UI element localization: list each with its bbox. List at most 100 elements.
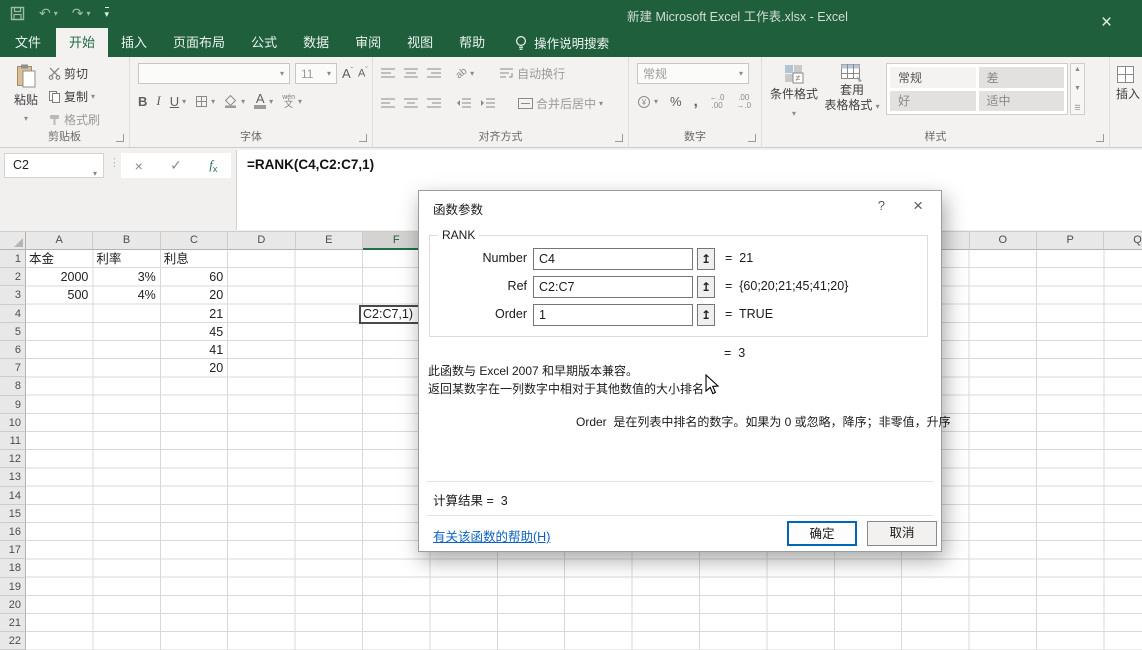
tab-data[interactable]: 数据 — [290, 28, 342, 57]
accounting-format-button[interactable]: ¥ ▾ — [637, 95, 658, 109]
cell-A1[interactable]: 本金 — [26, 250, 92, 268]
tab-home[interactable]: 开始 — [56, 28, 108, 57]
undo-button[interactable]: ↶ ▾ — [39, 4, 58, 22]
gallery-scroll-down-icon[interactable]: ▼ — [1074, 85, 1081, 92]
gallery-scroll-up-icon[interactable]: ▲ — [1074, 66, 1081, 73]
cell-C7[interactable]: 20 — [161, 359, 227, 377]
number-format-combo[interactable]: 常规 ▾ — [637, 63, 749, 84]
cell-B2[interactable]: 3% — [93, 268, 159, 286]
decrease-indent-icon[interactable] — [456, 98, 472, 109]
increase-font-icon[interactable]: Aˆ — [342, 66, 353, 81]
row-header-22[interactable]: 22 — [0, 632, 26, 650]
cell-C4[interactable]: 21 — [161, 305, 227, 323]
format-painter-button[interactable]: 格式刷 — [48, 111, 100, 128]
row-header-21[interactable]: 21 — [0, 614, 26, 632]
tab-page-layout[interactable]: 页面布局 — [160, 28, 238, 57]
function-help-link[interactable]: 有关该函数的帮助(H) — [433, 526, 550, 545]
format-as-table-button[interactable]: 套用 表格格式 ▾ — [824, 63, 880, 114]
cancel-entry-icon[interactable]: × — [135, 158, 143, 174]
orientation-button[interactable]: ab ▾ — [456, 68, 474, 79]
fill-color-button[interactable]: ▾ — [224, 95, 245, 108]
row-header-18[interactable]: 18 — [0, 559, 26, 577]
comma-style-button[interactable]: , — [694, 93, 698, 110]
alignment-dialog-launcher-icon[interactable] — [615, 134, 623, 142]
percent-style-button[interactable]: % — [670, 94, 682, 109]
cancel-button[interactable]: 取消 — [867, 521, 937, 546]
redo-button[interactable]: ↷ ▾ — [72, 4, 91, 22]
row-header-13[interactable]: 13 — [0, 468, 26, 486]
number-field-input[interactable]: C4 — [533, 248, 693, 270]
row-header-16[interactable]: 16 — [0, 523, 26, 541]
save-icon[interactable] — [10, 6, 25, 21]
tab-insert[interactable]: 插入 — [108, 28, 160, 57]
borders-button[interactable]: ▾ — [195, 95, 215, 108]
dialog-close-icon[interactable]: × — [913, 196, 923, 216]
row-header-8[interactable]: 8 — [0, 377, 26, 395]
column-header-E[interactable]: E — [296, 232, 363, 250]
ref-field-input[interactable]: C2:C7 — [533, 276, 693, 298]
decrease-decimal-button[interactable]: .00→.0 — [736, 94, 751, 110]
dialog-help-icon[interactable]: ? — [878, 198, 885, 213]
cell-C1[interactable]: 利息 — [161, 250, 227, 268]
bold-button[interactable]: B — [138, 94, 147, 109]
number-range-picker-icon[interactable]: ↥ — [697, 248, 715, 270]
cell-C5[interactable]: 45 — [161, 323, 227, 341]
paste-button[interactable]: 粘贴 ▾ — [8, 63, 44, 126]
column-header-D[interactable]: D — [228, 232, 295, 250]
column-header-A[interactable]: A — [26, 232, 93, 250]
gallery-more-icon[interactable]: ☰ — [1074, 104, 1080, 112]
copy-button[interactable]: 复制 ▾ — [48, 88, 100, 105]
increase-indent-icon[interactable] — [480, 98, 496, 109]
row-header-4[interactable]: 4 — [0, 305, 26, 323]
align-bottom-icon[interactable] — [427, 68, 442, 79]
underline-button[interactable]: U ▾ — [170, 94, 186, 109]
column-header-P[interactable]: P — [1037, 232, 1104, 250]
style-normal[interactable]: 常规 — [890, 67, 976, 88]
column-header-Q[interactable]: Q — [1104, 232, 1142, 250]
order-range-picker-icon[interactable]: ↥ — [697, 304, 715, 326]
increase-decimal-button[interactable]: ←.0.00 — [710, 94, 725, 110]
font-dialog-launcher-icon[interactable] — [359, 134, 367, 142]
row-header-12[interactable]: 12 — [0, 450, 26, 468]
phonetic-guide-button[interactable]: wén 文 ▾ — [282, 94, 302, 108]
column-header-C[interactable]: C — [161, 232, 228, 250]
row-header-15[interactable]: 15 — [0, 505, 26, 523]
clipboard-dialog-launcher-icon[interactable] — [116, 134, 124, 142]
merge-center-button[interactable]: 合并后居中 ▾ — [518, 95, 603, 112]
style-bad[interactable]: 差 — [979, 67, 1065, 88]
cell-C6[interactable]: 41 — [161, 341, 227, 359]
style-neutral[interactable]: 适中 — [979, 91, 1065, 112]
row-header-17[interactable]: 17 — [0, 541, 26, 559]
align-middle-icon[interactable] — [404, 68, 419, 79]
align-left-icon[interactable] — [381, 98, 396, 109]
font-size-combo[interactable]: 11 ▾ — [295, 63, 337, 84]
italic-button[interactable]: I — [156, 93, 160, 109]
style-good[interactable]: 好 — [890, 91, 976, 112]
tab-review[interactable]: 审阅 — [342, 28, 394, 57]
row-header-9[interactable]: 9 — [0, 396, 26, 414]
cut-button[interactable]: 剪切 — [48, 65, 100, 82]
row-header-1[interactable]: 1 — [0, 250, 26, 268]
cell-C2[interactable]: 60 — [161, 268, 227, 286]
row-header-2[interactable]: 2 — [0, 268, 26, 286]
tab-formulas[interactable]: 公式 — [238, 28, 290, 57]
cell-A3[interactable]: 500 — [26, 286, 92, 304]
cell-B1[interactable]: 利率 — [93, 250, 159, 268]
number-dialog-launcher-icon[interactable] — [748, 134, 756, 142]
tab-file[interactable]: 文件 — [0, 28, 56, 57]
align-right-icon[interactable] — [427, 98, 442, 109]
insert-function-icon[interactable]: fx — [209, 157, 217, 174]
decrease-font-icon[interactable]: Aˇ — [358, 67, 368, 80]
ok-button[interactable]: 确定 — [787, 521, 857, 546]
row-header-3[interactable]: 3 — [0, 286, 26, 304]
ref-range-picker-icon[interactable]: ↥ — [697, 276, 715, 298]
customize-qat-icon[interactable]: ▾ — [105, 7, 110, 20]
tell-me-search[interactable]: 操作说明搜索 — [514, 28, 609, 57]
name-box[interactable]: C2 ▾ — [4, 153, 104, 178]
conditional-formatting-button[interactable]: ≠ 条件格式 ▾ — [768, 63, 820, 121]
tab-view[interactable]: 视图 — [394, 28, 446, 57]
row-header-7[interactable]: 7 — [0, 359, 26, 377]
row-header-11[interactable]: 11 — [0, 432, 26, 450]
row-header-20[interactable]: 20 — [0, 596, 26, 614]
align-center-icon[interactable] — [404, 98, 419, 109]
